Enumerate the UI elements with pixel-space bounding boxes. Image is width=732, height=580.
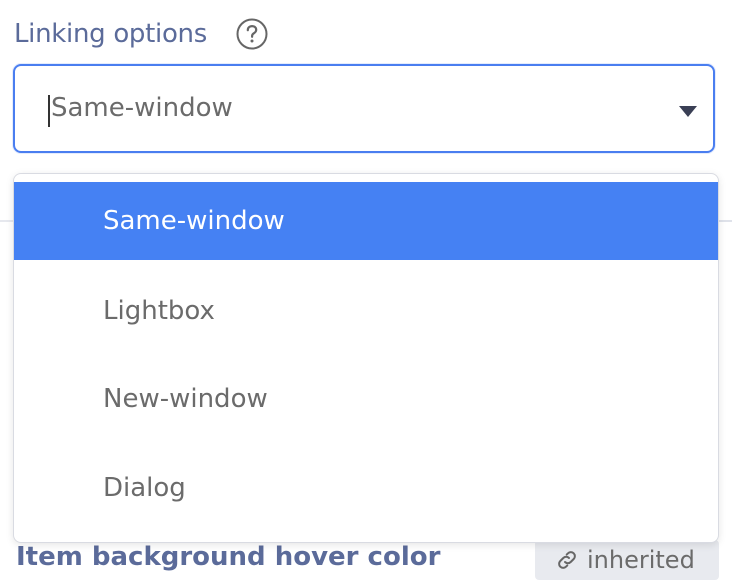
link-icon: [555, 548, 579, 572]
option-same-window[interactable]: Same-window: [14, 182, 718, 260]
text-caret: [48, 95, 50, 127]
question-circle-icon[interactable]: [236, 18, 268, 50]
chevron-down-icon[interactable]: [679, 103, 697, 117]
option-new-window[interactable]: New-window: [14, 360, 718, 438]
option-dialog[interactable]: Dialog: [14, 449, 718, 527]
selected-value: Same-window: [51, 93, 233, 123]
option-lightbox[interactable]: Lightbox: [14, 272, 718, 350]
background-right-divider: [718, 220, 732, 222]
inherited-text: inherited: [587, 546, 695, 574]
linking-options-dropdown[interactable]: Same-window Lightbox New-window Dialog: [13, 173, 719, 543]
inherited-badge[interactable]: inherited: [535, 540, 719, 580]
background-row-label: Item background hover color: [16, 542, 441, 572]
field-label: Linking options: [14, 19, 207, 49]
linking-options-select[interactable]: Same-window: [13, 64, 715, 153]
